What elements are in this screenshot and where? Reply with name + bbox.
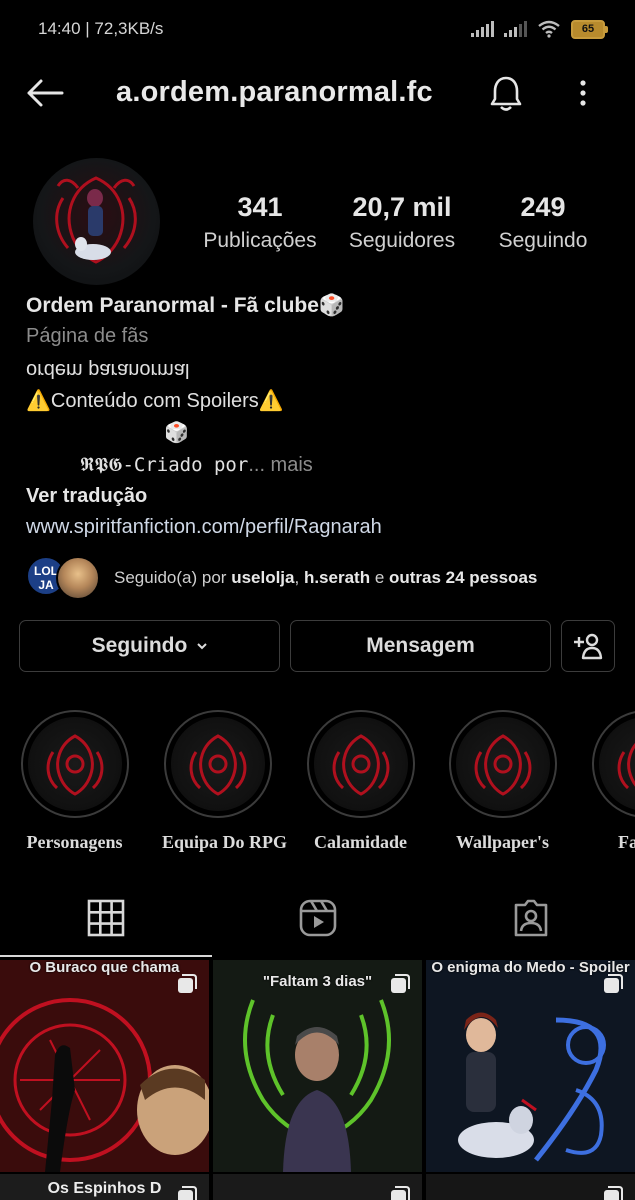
stat-followers[interactable]: 20,7 mil Seguidores [340,192,464,253]
post-thumbnail[interactable]: O Buraco que chama [0,960,209,1172]
followed-by-text: Seguido(a) por uselolja, h.serath e outr… [114,568,537,588]
highlight-item[interactable]: Calamidade [305,710,416,853]
bell-icon[interactable] [488,74,524,112]
highlight-ring [163,710,272,818]
bio-spoiler-warning: ⚠️Conteúdo com Spoilers⚠️ [26,390,284,412]
ordem-sigil-icon [617,742,635,790]
highlight-cover [170,717,265,811]
bio-rpg-text: 𝕽𝕻𝕲-Criado por [80,454,249,476]
highlight-label: Personagens [26,832,123,852]
bio-dice: 🎲 [164,422,189,444]
post-thumbnail[interactable] [426,1174,635,1200]
bio-more-link[interactable]: ... mais [248,454,312,476]
highlight-label: Calamidade [313,832,407,852]
signal-icon [471,21,494,37]
followed-by-prefix: Seguido(a) por [114,568,232,587]
highlight-label: Wallpaper's [455,832,549,852]
status-icons: 65 [471,18,608,40]
battery-icon: 65 [571,19,608,39]
stat-following[interactable]: 249 Seguindo [490,192,596,253]
profile-username: a.ordem.paranormal.fc [116,76,433,108]
wifi-icon [538,20,560,38]
stat-value: 249 [520,192,566,222]
back-arrow-icon[interactable] [24,78,64,108]
highlight-cover [27,717,122,811]
stat-label: Seguidores [348,229,456,252]
grid-icon[interactable] [86,898,126,938]
highlight-cover [455,717,550,811]
tagged-icon[interactable] [511,898,551,938]
highlight-item[interactable]: Fa [590,710,635,853]
ordem-sigil-icon [332,734,389,796]
avatar[interactable] [33,158,160,285]
stat-label: Publicações [203,229,317,252]
following-label: Seguindo [91,634,188,657]
message-label: Mensagem [366,634,475,657]
highlight-item[interactable]: Wallpaper's [447,710,558,853]
status-time: 14:40 | 72,3KB/s [38,19,164,38]
ordem-sigil-icon [474,734,531,796]
highlight-ring [20,710,129,818]
multiple-posts-icon [178,1186,197,1200]
follower-username: uselolja [231,568,295,587]
separator: , [294,568,304,587]
stat-value: 20,7 mil [352,192,452,222]
multiple-posts-icon [604,974,623,993]
multiple-posts-icon [391,974,410,993]
ordem-sigil-icon [46,734,103,796]
translate-link[interactable]: Ver tradução [26,485,147,508]
active-tab-indicator [0,955,212,957]
bio-mirrored-text: ordem paranormal [26,359,190,381]
post-thumbnail[interactable]: O enigma do Medo - Spoiler [426,960,635,1172]
conjunction: e [370,568,389,587]
highlight-item[interactable]: Equipa Do RPG [162,710,288,853]
followed-by[interactable]: LOL JA Seguido(a) por uselolja, h.serath… [26,556,616,600]
suggest-people-button[interactable] [561,620,615,672]
highlight-label: Equipa Do RPG [162,832,288,852]
highlight-cover [313,717,408,811]
post-thumbnail[interactable]: "Faltam 3 dias" [213,960,422,1172]
bio-rpg-line: 𝕽𝕻𝕲-Criado por... mais [80,454,313,477]
website-link[interactable]: www.spiritfanfiction.com/perfil/Ragnarah [26,516,382,539]
stat-posts[interactable]: 341 Publicações [200,192,320,253]
stat-label: Seguindo [498,229,588,252]
stat-value: 341 [237,192,283,222]
reels-icon[interactable] [298,898,338,938]
multiple-posts-icon [391,1186,410,1200]
chevron-down-icon [197,643,208,650]
multiple-posts-icon [178,974,197,993]
others-count: outras 24 pessoas [389,568,538,587]
highlight-ring [448,710,557,818]
add-person-icon [574,633,603,660]
highlight-item[interactable]: Personagens [19,710,130,853]
signal-icon [504,21,527,37]
profile-category: Página de fãs [26,325,149,347]
message-button[interactable]: Mensagem [290,620,551,672]
post-thumbnail[interactable] [213,1174,422,1200]
follower-username: h.serath [303,568,371,587]
highlight-ring [591,710,635,818]
highlight-label: Fa [618,832,635,852]
multiple-posts-icon [604,1186,623,1200]
more-options-icon[interactable] [572,78,594,108]
profile-name: Ordem Paranormal - Fã clube🎲 [26,294,346,317]
following-button[interactable]: Seguindo [19,620,280,672]
ordem-sigil-icon [189,734,246,796]
post-thumbnail[interactable]: Os Espinhos D [0,1174,209,1200]
highlight-ring [306,710,415,818]
follower-avatar [56,556,100,600]
highlight-cover [598,717,635,811]
